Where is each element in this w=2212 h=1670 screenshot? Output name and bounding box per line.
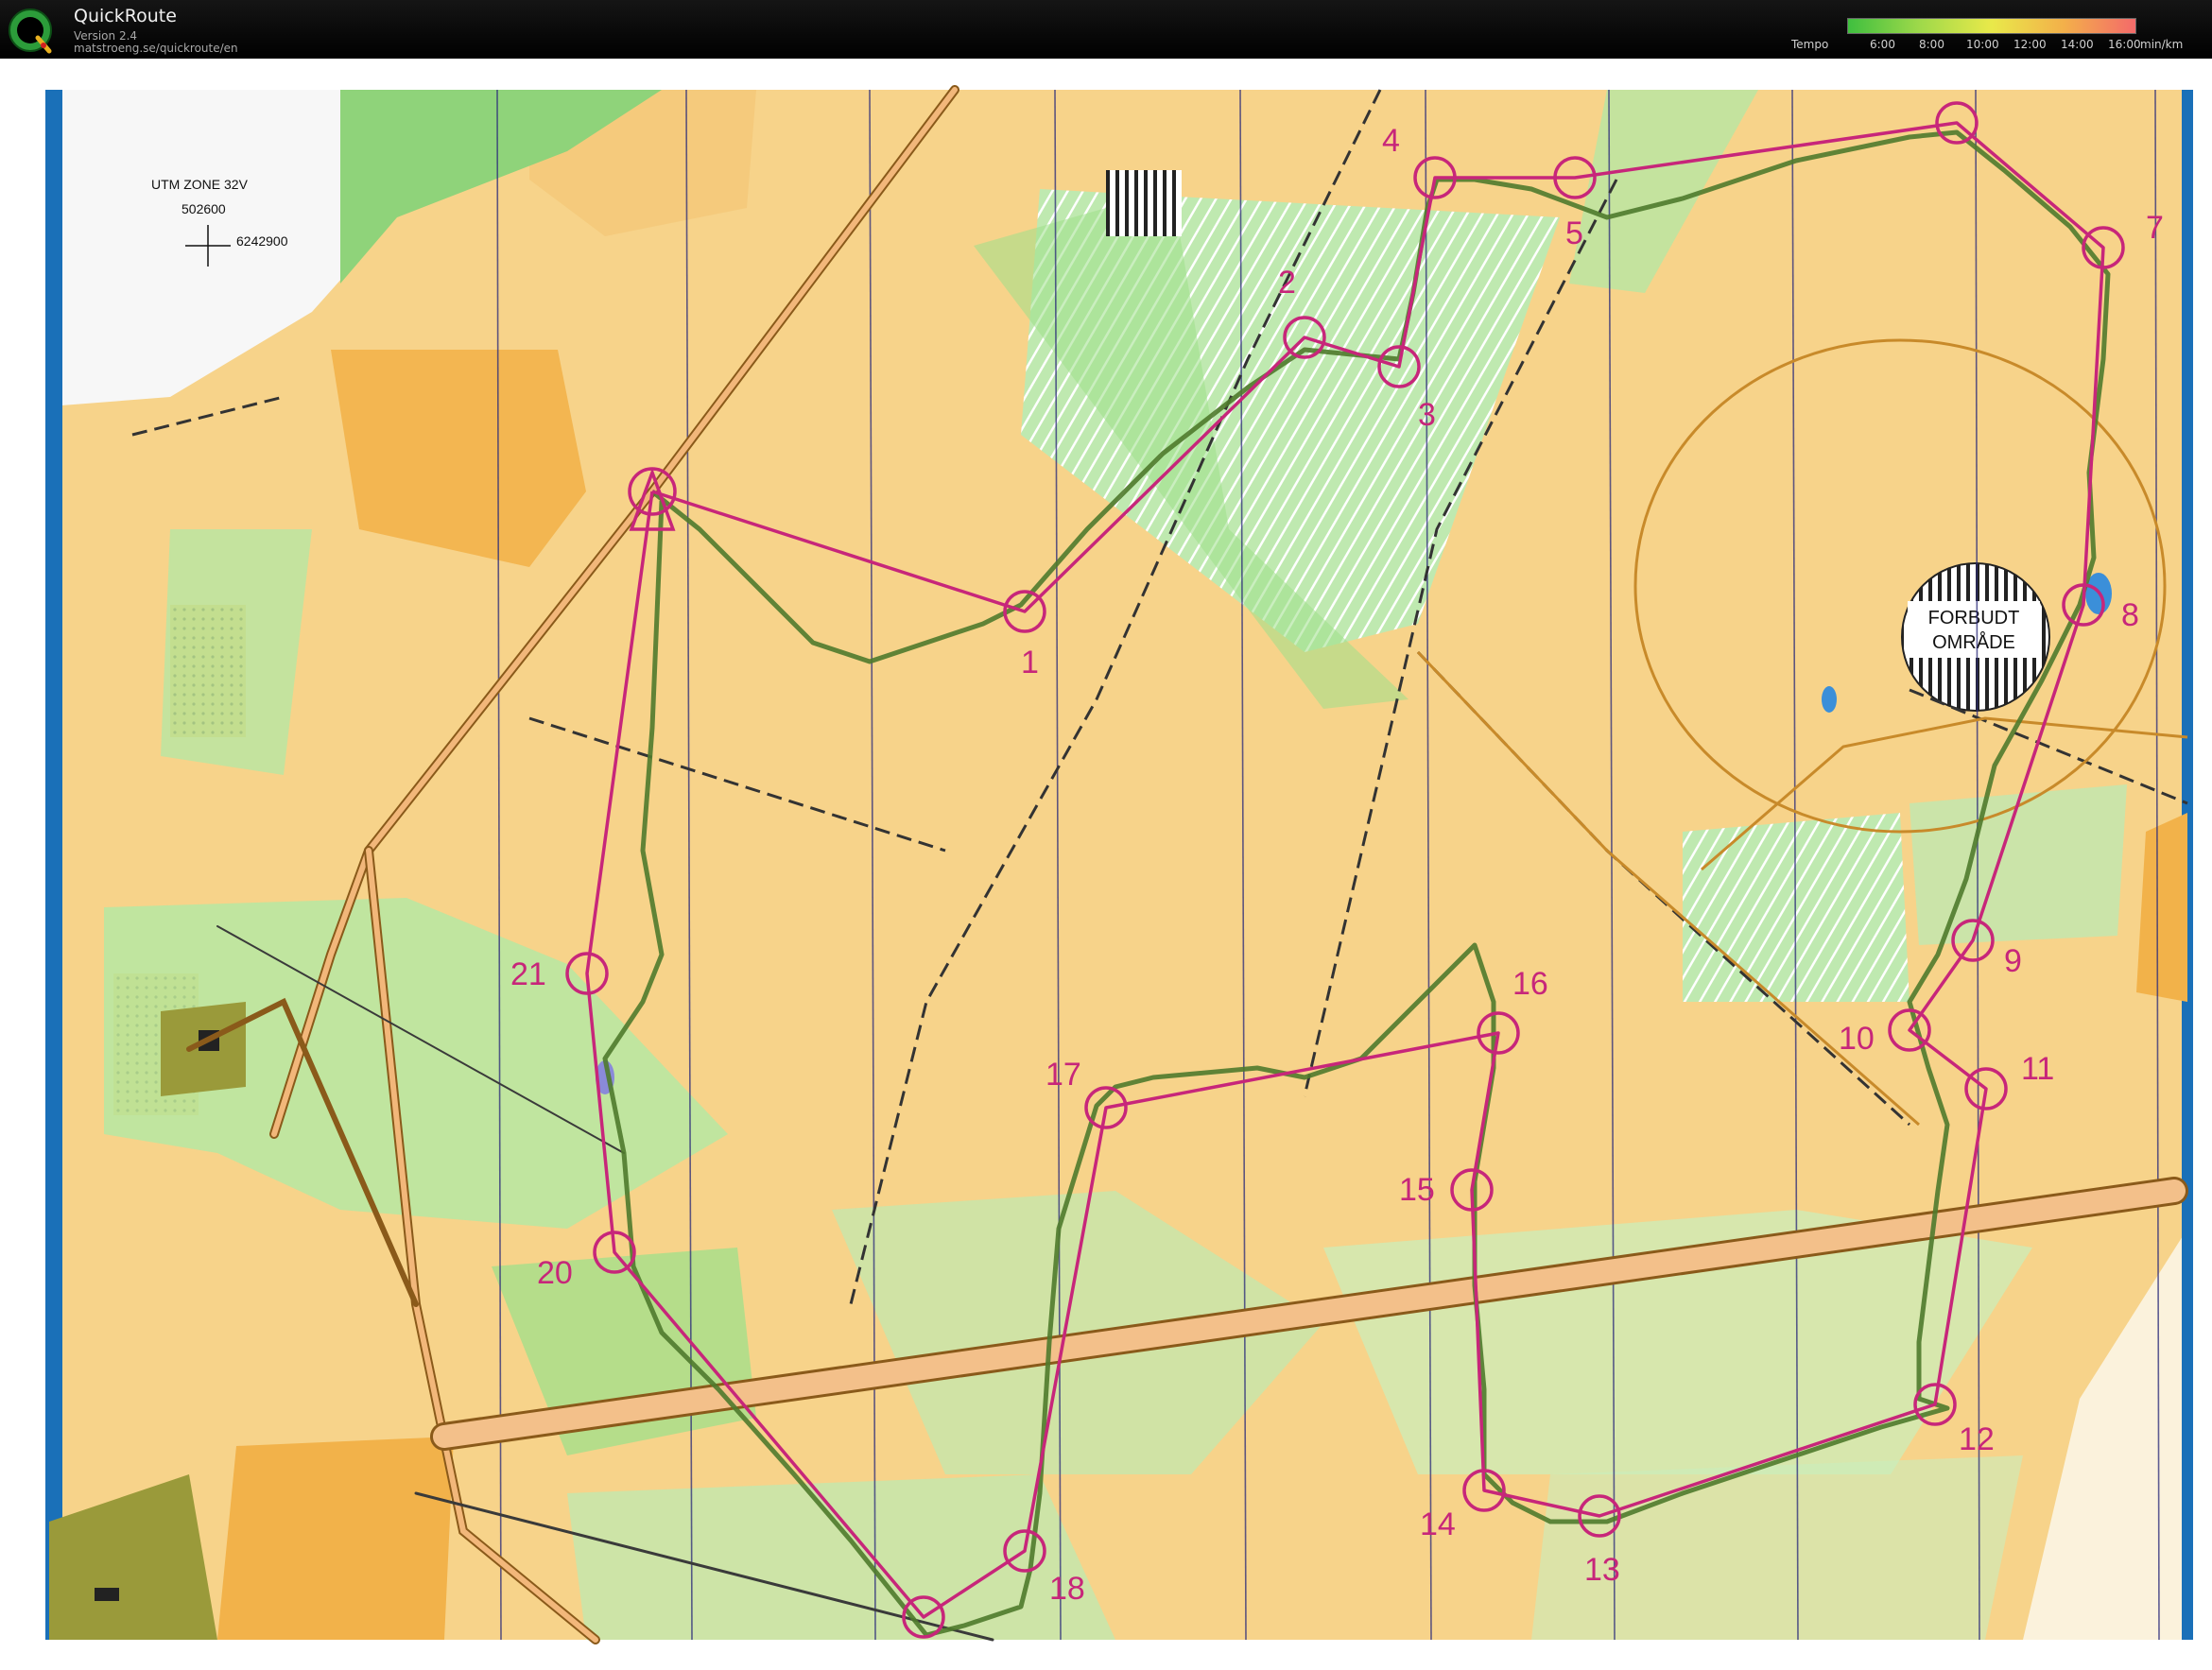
app-version: Version 2.4 [74, 29, 138, 43]
control-number: 15 [1399, 1172, 1435, 1208]
tempo-tick: 6:00 [1870, 38, 1895, 51]
dense-forest [1531, 1455, 2023, 1640]
control-number: 8 [2121, 597, 2139, 633]
tempo-tick: 10:00 [1966, 38, 1999, 51]
app-url[interactable]: matstroeng.se/quickroute/en [74, 42, 238, 55]
dense-forest [1910, 784, 2127, 945]
pond [1822, 686, 1837, 713]
restricted-area-label: OMRÅDE [1932, 631, 2015, 653]
utm-easting: 502600 [181, 201, 226, 216]
control-number: 1 [1021, 645, 1039, 680]
tempo-unit: min/km [2140, 38, 2184, 51]
control-number: 9 [2004, 943, 2022, 979]
utm-zone-label: UTM ZONE 32V [151, 177, 249, 192]
control-number: 20 [537, 1255, 573, 1291]
control-number: 12 [1959, 1421, 1995, 1457]
control-number: 10 [1839, 1021, 1875, 1057]
control-number: 7 [2146, 210, 2164, 246]
restricted-area-label: FORBUDT [1928, 608, 2020, 628]
map-border [45, 90, 62, 1640]
tempo-color-scale [1847, 18, 2136, 34]
tempo-tick: 16:00 [2108, 38, 2141, 51]
control-number: 3 [1418, 397, 1436, 433]
app-title: QuickRoute [74, 6, 177, 26]
app-header: QuickRoute Version 2.4 matstroeng.se/qui… [0, 0, 2212, 59]
utm-northing: 6242900 [236, 233, 288, 249]
tempo-tick: 8:00 [1919, 38, 1944, 51]
control-number: 18 [1049, 1571, 1085, 1607]
control-number: 5 [1565, 215, 1583, 251]
hatched-area [1106, 170, 1182, 236]
control-number: 13 [1584, 1552, 1620, 1588]
control-number: 16 [1512, 966, 1548, 1002]
tempo-label: Tempo [1791, 38, 1829, 51]
control-number: 4 [1382, 123, 1400, 159]
control-number: 14 [1420, 1506, 1456, 1542]
control-number: 21 [510, 956, 546, 992]
map-canvas[interactable]: FORBUDT OMRÅDE 1 2 3 4 5 7 8 9 10 11 12 … [0, 59, 2212, 1670]
control-number: 2 [1278, 265, 1296, 301]
tempo-tick: 12:00 [2013, 38, 2047, 51]
building [95, 1588, 119, 1601]
quickroute-logo [9, 9, 52, 54]
control-number: 17 [1046, 1057, 1081, 1093]
orienteering-map[interactable]: FORBUDT OMRÅDE 1 2 3 4 5 7 8 9 10 11 12 … [0, 59, 2212, 1670]
rough-open-land [217, 1437, 454, 1640]
control-number: 11 [2021, 1051, 2054, 1087]
tempo-tick: 14:00 [2061, 38, 2094, 51]
